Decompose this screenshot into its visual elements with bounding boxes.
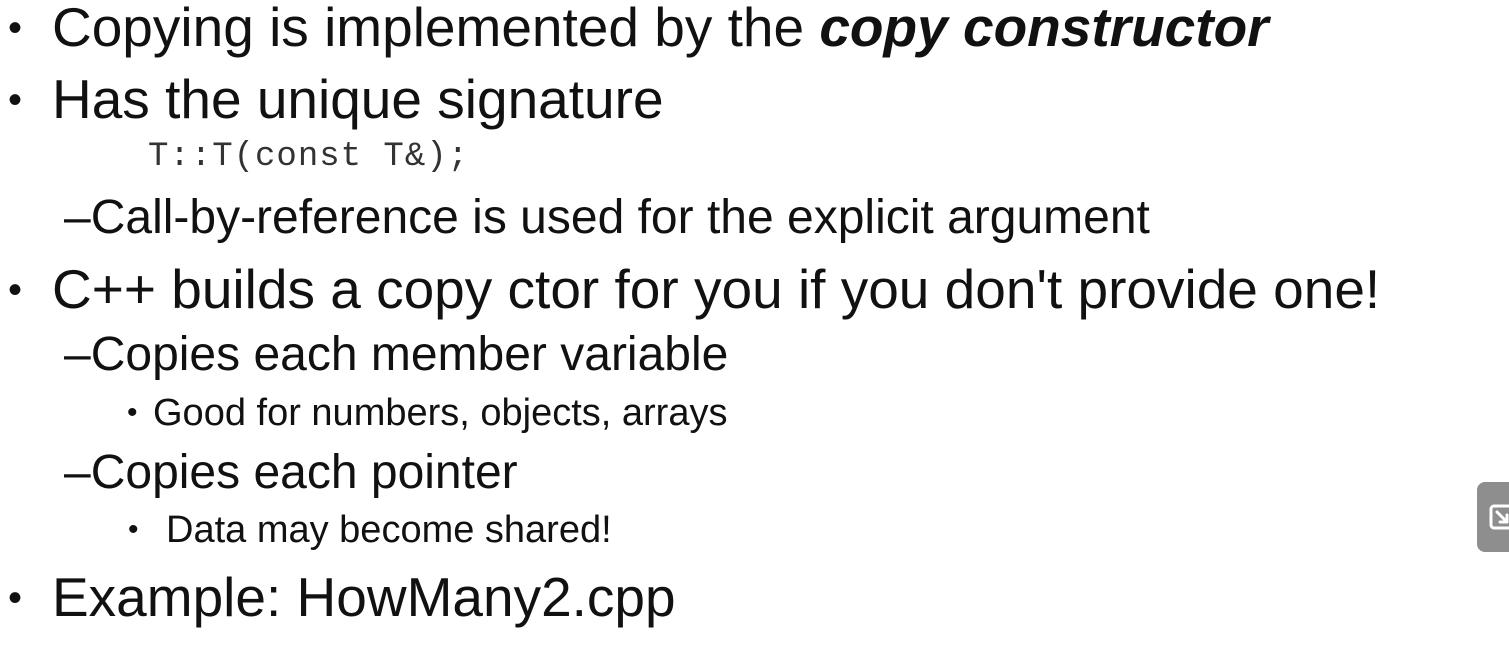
bullet-item-signature: • Has the unique signature [8,72,664,127]
sub-item-text: Copies each member variable [90,328,729,381]
sub-item-member-variable: –Copies each member variable [64,331,728,379]
bullet-marker: • [8,268,23,312]
emphasis-text: copy constructor [819,0,1269,58]
dash-marker: – [64,191,91,244]
bullet-item-cpp-builds: • C++ builds a copy ctor for you if you … [8,262,1380,317]
sub-sub-item-shared: • Data may become shared! [128,509,612,551]
bullet-text: Has the unique signature [52,68,664,130]
bullet-text: Example: HowMany2.cpp [52,566,676,628]
sub-item-pointer: –Copies each pointer [64,449,518,497]
sub-sub-item-text: Good for numbers, objects, arrays [153,392,728,434]
bullet-marker: • [8,576,23,620]
bullet-marker: • [8,78,23,122]
bullet-item-example: • Example: HowMany2.cpp [8,570,676,625]
exit-fullscreen-button[interactable] [1477,482,1509,552]
sub-item-call-by-reference: –Call-by-reference is used for the expli… [64,194,1150,242]
bullet-text: Copying is implemented by the [52,0,820,58]
slide: • Copying is implemented by the copy con… [0,0,1509,646]
dash-marker: – [64,446,91,499]
bullet-item-copying: • Copying is implemented by the copy con… [8,0,1269,58]
dash-marker: – [64,328,91,381]
bullet-marker: • [8,6,23,50]
sub-sub-item-text: Data may become shared! [166,509,612,551]
bullet-marker: • [127,396,138,429]
sub-sub-item-good-for: • Good for numbers, objects, arrays [127,392,728,434]
sub-item-text: Call-by-reference is used for the explic… [90,191,1150,244]
sub-item-text: Copies each pointer [90,446,518,499]
bullet-marker: • [128,513,139,546]
bullet-text: C++ builds a copy ctor for you if you do… [52,258,1381,320]
code-signature: T::T(const T&); [148,138,470,176]
